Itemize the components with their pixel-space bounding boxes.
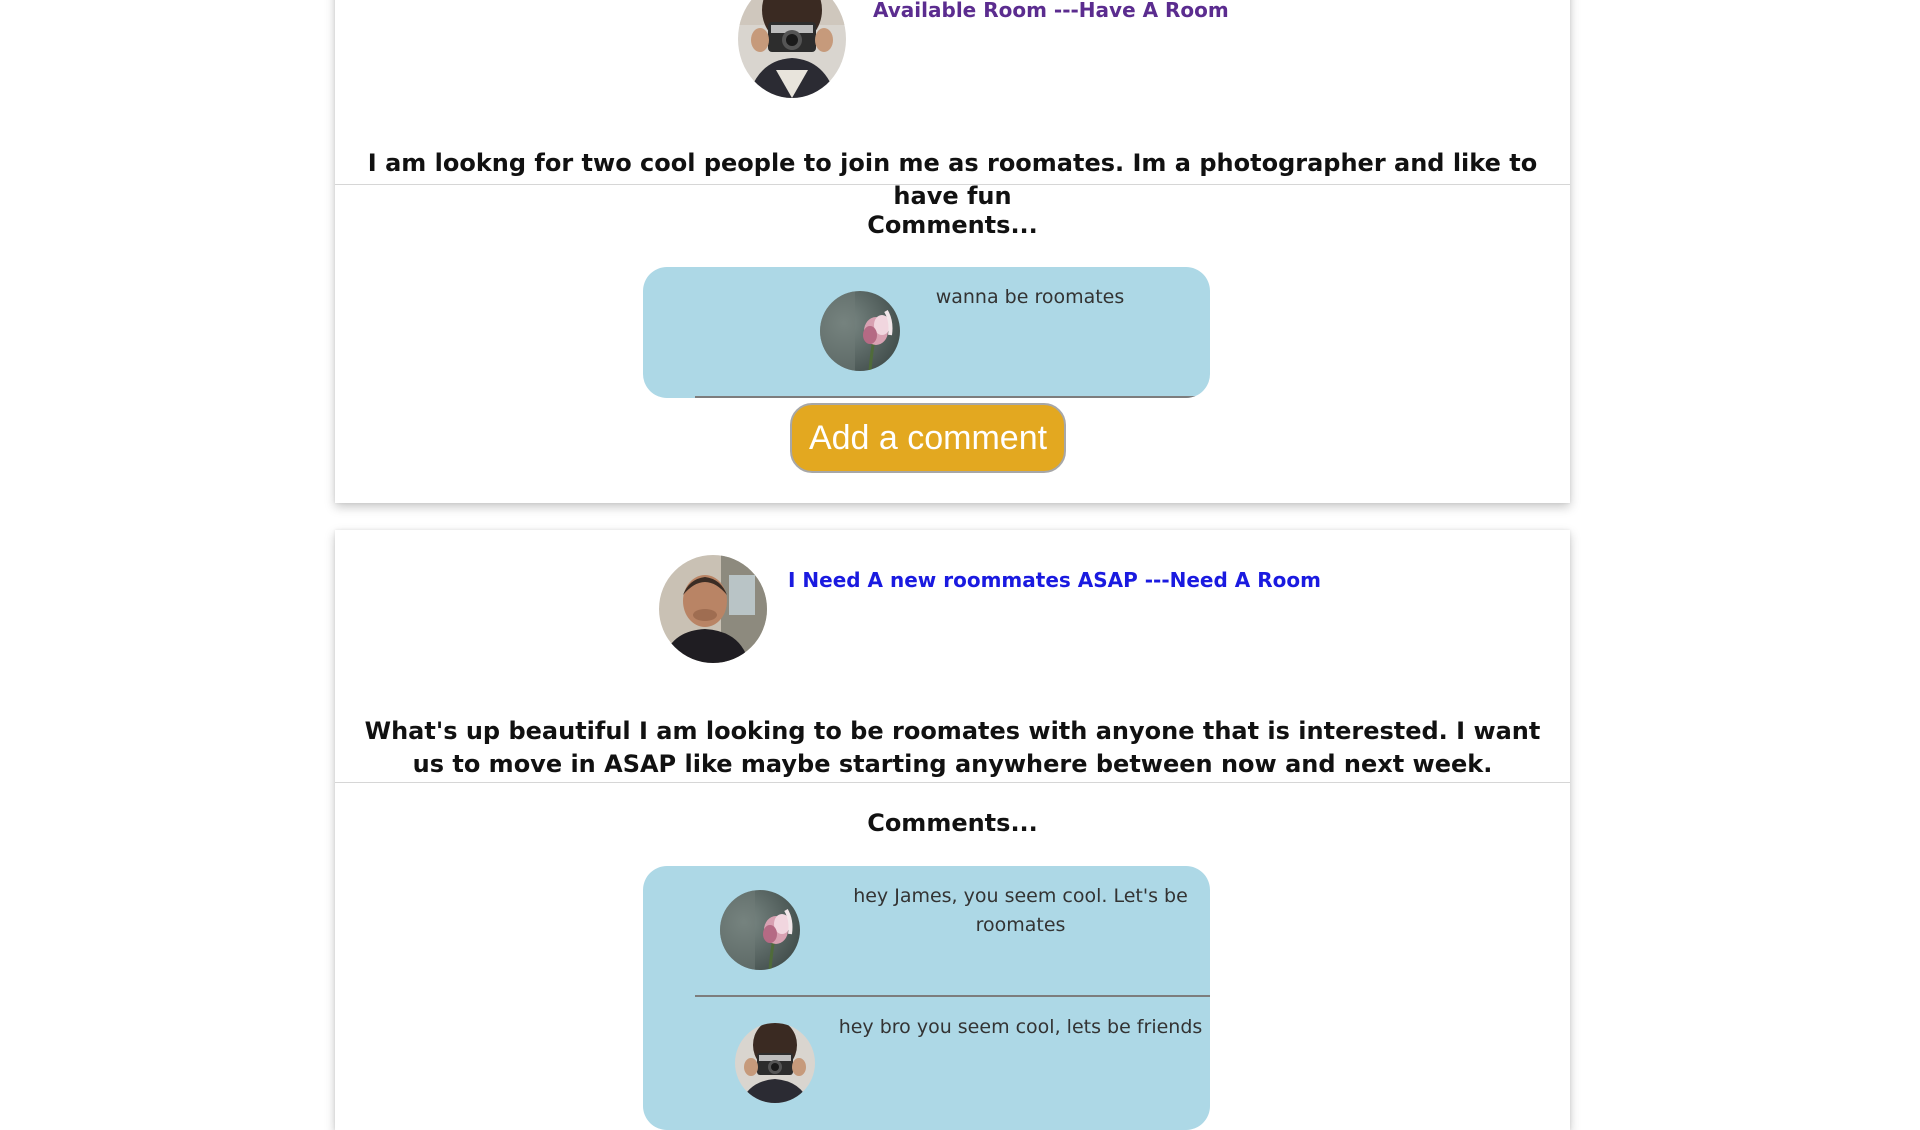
comment-item: wanna be roomates [643,267,1210,398]
post-card: I Need A new roommates ASAP ---Need A Ro… [335,530,1570,1130]
comment-text: hey James, you seem cool. Let's be rooma… [853,885,1188,936]
commenter-avatar[interactable] [720,890,800,970]
post-title-link[interactable]: Available Room ---Have A Room [873,0,1229,22]
comment-text: hey bro you seem cool, lets be friends [838,1016,1203,1038]
commenter-avatar[interactable] [820,291,900,371]
man-portrait-avatar-icon [659,555,767,663]
add-comment-button[interactable]: Add a comment [790,403,1066,473]
comment-item: hey bro you seem cool, lets be friends [643,997,1210,1128]
post-body-text: What's up beautiful I am looking to be r… [364,717,1541,778]
flower-avatar-icon [820,291,900,371]
commenter-avatar[interactable] [735,1023,815,1103]
post-body-text: I am lookng for two cool people to join … [367,149,1538,210]
comments-list: hey James, you seem cool. Let's be rooma… [643,866,1210,1130]
comments-list: wanna be roomates [643,267,1210,398]
divider [335,184,1570,185]
camera-avatar-icon [735,1023,815,1103]
comments-heading: Comments... [867,809,1038,837]
author-avatar[interactable] [738,0,846,98]
comments-heading: Comments... [867,211,1038,239]
post-title-link[interactable]: I Need A new roommates ASAP ---Need A Ro… [788,568,1321,592]
divider [335,782,1570,783]
comment-divider [695,396,1210,398]
author-avatar[interactable] [659,555,767,663]
post-card: Available Room ---Have A Room I am lookn… [335,0,1570,503]
comment-item: hey James, you seem cool. Let's be rooma… [643,866,1210,997]
comment-text: wanna be roomates [935,286,1125,308]
flower-avatar-icon [720,890,800,970]
photographer-camera-avatar-icon [738,0,846,98]
